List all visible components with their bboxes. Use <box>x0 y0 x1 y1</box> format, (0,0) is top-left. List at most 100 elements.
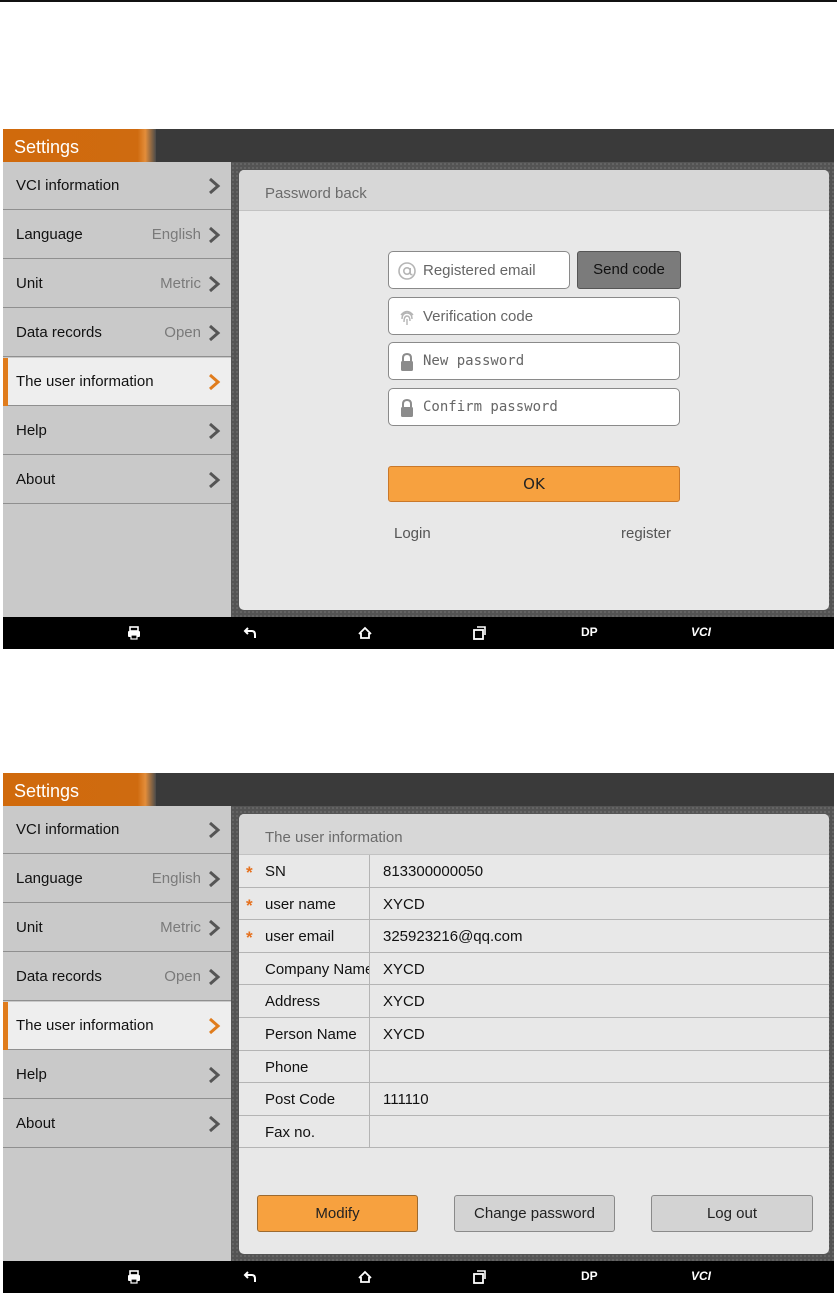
login-link[interactable]: Login <box>394 525 431 542</box>
sidebar-item-label: Help <box>16 422 47 439</box>
sidebar-item-label: About <box>16 471 56 488</box>
chevron-right-icon <box>209 1115 221 1133</box>
sidebar-item-user-information[interactable]: The user information <box>3 358 231 406</box>
register-link[interactable]: register <box>621 525 671 542</box>
title-bar: Settings <box>3 129 834 162</box>
table-row: Person Name XYCD <box>239 1018 829 1051</box>
sidebar-item-label: The user information <box>16 373 154 390</box>
table-row: Company Name XYCD <box>239 952 829 986</box>
sidebar-item-language[interactable]: Language English <box>3 855 231 903</box>
modify-button[interactable]: Modify <box>257 1195 418 1232</box>
send-code-button[interactable]: Send code <box>577 251 681 289</box>
fingerprint-icon <box>400 310 414 325</box>
email-field[interactable] <box>388 251 570 289</box>
row-label-cell: * user name <box>239 887 370 920</box>
ok-button[interactable]: OK <box>388 466 680 502</box>
row-label-cell: Company Name <box>239 952 370 985</box>
row-value: XYCD <box>383 960 425 978</box>
row-label-cell: Phone <box>239 1050 370 1083</box>
sidebar-item-about[interactable]: About <box>3 1100 231 1148</box>
sidebar-item-label: VCI information <box>16 821 120 838</box>
row-label-cell: * user email <box>239 920 370 952</box>
verification-code-input[interactable] <box>423 298 673 334</box>
sidebar-item-help[interactable]: Help <box>3 1051 231 1099</box>
row-value: XYCD <box>383 895 425 913</box>
user-information-panel: The user information * SN 813300000050 *… <box>239 814 829 1254</box>
row-label: Person Name <box>265 1026 357 1043</box>
row-value: XYCD <box>383 993 425 1011</box>
row-label: Phone <box>265 1058 309 1076</box>
app-title: Settings <box>14 137 80 157</box>
sidebar-item-data-records[interactable]: Data records Open <box>3 309 231 357</box>
sidebar-item-label: Data records <box>16 968 102 985</box>
sidebar-item-vci-information[interactable]: VCI information <box>3 806 231 854</box>
required-mark: * <box>246 863 253 882</box>
email-input[interactable] <box>423 252 563 288</box>
chevron-right-icon <box>209 422 221 440</box>
panel-title: Password back <box>265 185 367 202</box>
at-sign-icon <box>398 262 416 280</box>
recent-apps-icon[interactable] <box>471 625 487 641</box>
chevron-right-icon <box>209 1017 221 1035</box>
sidebar-item-unit[interactable]: Unit Metric <box>3 260 231 308</box>
home-icon[interactable] <box>357 1269 373 1285</box>
chevron-right-icon <box>209 821 221 839</box>
sidebar-item-value: English <box>151 870 201 887</box>
table-row: Phone <box>239 1050 829 1084</box>
new-password-field[interactable] <box>388 342 680 380</box>
row-label: Post Code <box>265 1091 336 1109</box>
change-password-button[interactable]: Change password <box>454 1195 615 1232</box>
chevron-right-icon <box>209 968 221 986</box>
recent-apps-icon[interactable] <box>471 1269 487 1285</box>
dp-icon[interactable]: DP <box>581 1269 598 1285</box>
confirm-password-field[interactable] <box>388 388 680 426</box>
chevron-right-icon <box>209 177 221 195</box>
sidebar-item-data-records[interactable]: Data records Open <box>3 953 231 1001</box>
panel-title: The user information <box>265 829 403 846</box>
row-label-cell: Post Code <box>239 1083 370 1115</box>
row-label: user email <box>265 928 335 946</box>
android-navbar: DP VCI <box>3 617 834 649</box>
confirm-password-input[interactable] <box>423 389 673 425</box>
dp-icon[interactable]: DP <box>581 625 598 641</box>
back-icon[interactable] <box>243 625 259 641</box>
sidebar-item-label: Unit <box>16 919 43 936</box>
sidebar-item-help[interactable]: Help <box>3 407 231 455</box>
panel-header: The user information <box>239 814 829 855</box>
new-password-input[interactable] <box>423 343 673 379</box>
sidebar-item-language[interactable]: Language English <box>3 211 231 259</box>
sidebar-item-user-information[interactable]: The user information <box>3 1002 231 1050</box>
row-value: 111110 <box>383 1091 429 1109</box>
table-row: Post Code 111110 <box>239 1083 829 1116</box>
title-tab: Settings <box>3 773 156 806</box>
chevron-right-icon <box>209 471 221 489</box>
row-label: user name <box>265 895 336 913</box>
sidebar-item-value: Metric <box>160 919 201 936</box>
printer-icon[interactable] <box>126 1269 142 1285</box>
sidebar-item-value: Open <box>164 968 201 985</box>
sidebar-item-label: The user information <box>16 1017 154 1034</box>
vci-icon[interactable]: VCI <box>691 625 711 641</box>
title-bar: Settings <box>3 773 834 806</box>
vci-icon[interactable]: VCI <box>691 1269 711 1285</box>
sidebar-item-about[interactable]: About <box>3 456 231 504</box>
screen-password-back: Settings VCI information Language Englis… <box>3 129 834 649</box>
chevron-right-icon <box>209 919 221 937</box>
table-row: Address XYCD <box>239 985 829 1018</box>
chevron-right-icon <box>209 275 221 293</box>
logout-button[interactable]: Log out <box>651 1195 813 1232</box>
printer-icon[interactable] <box>126 625 142 641</box>
home-icon[interactable] <box>357 625 373 641</box>
screen-user-information: Settings VCI information Language Englis… <box>3 773 834 1293</box>
title-tab: Settings <box>3 129 156 162</box>
verification-code-field[interactable] <box>388 297 680 335</box>
table-row: * user email 325923216@qq.com <box>239 920 829 953</box>
sidebar-item-unit[interactable]: Unit Metric <box>3 904 231 952</box>
required-mark: * <box>246 928 253 948</box>
back-icon[interactable] <box>243 1269 259 1285</box>
row-label: Fax no. <box>265 1123 316 1141</box>
lock-icon <box>401 398 413 417</box>
chevron-right-icon <box>209 226 221 244</box>
sidebar-item-vci-information[interactable]: VCI information <box>3 162 231 210</box>
sidebar-item-value: Open <box>164 324 201 341</box>
